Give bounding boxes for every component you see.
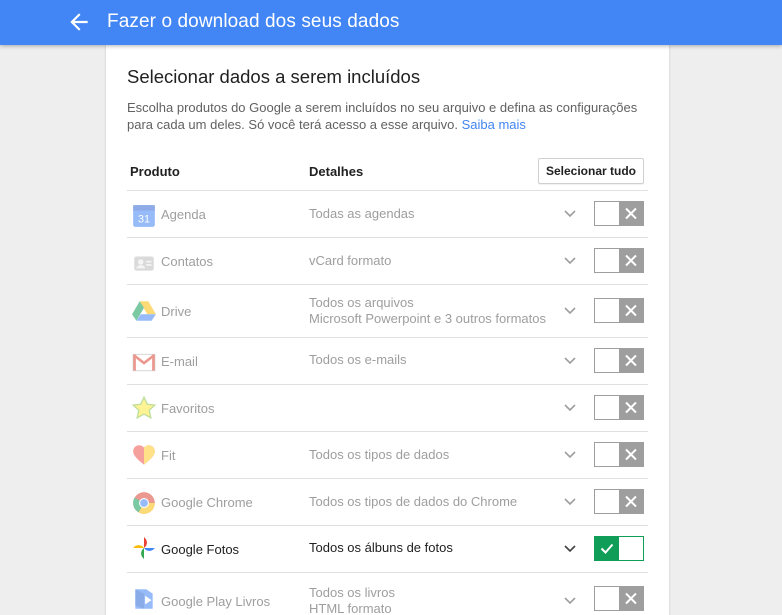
- product-details: Todos os arquivos Microsoft Powerpoint e…: [309, 295, 546, 327]
- product-details: Todos os livros HTML formato: [309, 585, 395, 615]
- product-name: Fit: [161, 448, 176, 463]
- detail-line: Microsoft Powerpoint e 3 outros formatos: [309, 311, 546, 326]
- product-name: Drive: [161, 304, 192, 319]
- detail-line: Todos os álbuns de fotos: [309, 540, 453, 555]
- heart-icon: [133, 445, 155, 465]
- product-name: Contatos: [161, 254, 214, 269]
- toggle-knob: [619, 396, 643, 419]
- close-icon: [625, 448, 637, 461]
- section-title: Selecionar dados a serem incluídos: [127, 66, 421, 87]
- toggle-knob: [595, 537, 619, 560]
- page-title: Fazer o download dos seus dados: [107, 11, 400, 32]
- product-name: Google Play Livros: [161, 594, 271, 609]
- column-header-details: Detalhes: [309, 164, 364, 179]
- product-row-contatos: Contatos vCard formato: [127, 237, 648, 284]
- product-row-google-chrome: Google Chrome Todos os tipos de dados do…: [127, 478, 648, 525]
- product-row-drive: Drive Todos os arquivos Microsoft Powerp…: [127, 284, 648, 337]
- data-selection-card: Selecionar dados a serem incluídos Escol…: [106, 45, 669, 615]
- checkmark-icon: [600, 543, 614, 554]
- arrow-back-icon[interactable]: [66, 9, 92, 35]
- product-row-email: E-mail Todos os e-mails: [127, 337, 648, 384]
- toggle-knob: [619, 349, 643, 372]
- detail-line: Todos os livros: [309, 585, 395, 600]
- close-icon: [625, 207, 637, 220]
- photos-pinwheel-icon: [133, 537, 155, 559]
- chevron-down-icon[interactable]: [564, 307, 576, 315]
- column-header-product: Produto: [130, 164, 180, 179]
- play-books-icon: [135, 589, 153, 609]
- product-row-favoritos: Favoritos: [127, 384, 648, 431]
- product-row-google-play-livros: Google Play Livros Todos os livros HTML …: [127, 572, 648, 615]
- include-toggle[interactable]: [594, 248, 644, 273]
- product-details: vCard formato: [309, 253, 391, 269]
- product-details: Todos os e-mails: [309, 352, 407, 368]
- close-icon: [625, 592, 637, 605]
- include-toggle[interactable]: [594, 536, 644, 561]
- include-toggle[interactable]: [594, 395, 644, 420]
- product-row-agenda: 31 Agenda Todas as agendas: [127, 190, 648, 237]
- contacts-icon: [134, 256, 154, 271]
- include-toggle[interactable]: [594, 442, 644, 467]
- close-icon: [625, 495, 637, 508]
- toggle-knob: [619, 202, 643, 225]
- include-toggle[interactable]: [594, 489, 644, 514]
- learn-more-link[interactable]: Saiba mais: [462, 117, 526, 132]
- description-text: Escolha produtos do Google a serem inclu…: [127, 100, 638, 132]
- toggle-knob: [619, 443, 643, 466]
- chevron-down-icon[interactable]: [564, 597, 576, 605]
- app-bar: Fazer o download dos seus dados: [0, 0, 782, 45]
- detail-line: vCard formato: [309, 253, 392, 268]
- chevron-down-icon[interactable]: [564, 357, 576, 365]
- product-details: Todas as agendas: [309, 206, 415, 222]
- product-name: Agenda: [161, 207, 206, 222]
- product-details: Todos os tipos de dados: [309, 447, 449, 463]
- chevron-down-icon[interactable]: [564, 498, 576, 506]
- star-icon: [131, 395, 157, 420]
- chevron-down-icon[interactable]: [564, 257, 576, 265]
- toggle-knob: [619, 299, 643, 322]
- detail-line: Todos os e-mails: [309, 352, 407, 367]
- detail-line: HTML formato: [309, 601, 392, 615]
- include-toggle[interactable]: [594, 298, 644, 323]
- close-icon: [625, 304, 637, 317]
- svg-text:31: 31: [138, 214, 150, 226]
- drive-icon: [132, 301, 156, 321]
- toggle-knob: [619, 587, 643, 610]
- chevron-down-icon[interactable]: [564, 545, 576, 553]
- detail-line: Todos os tipos de dados do Chrome: [309, 494, 518, 509]
- product-name: Google Fotos: [161, 542, 240, 557]
- product-name: Favoritos: [161, 401, 215, 416]
- gmail-icon: [132, 353, 156, 372]
- chevron-down-icon[interactable]: [564, 210, 576, 218]
- toggle-knob: [619, 249, 643, 272]
- chevron-down-icon[interactable]: [564, 404, 576, 412]
- close-icon: [625, 254, 637, 267]
- close-icon: [625, 354, 637, 367]
- include-toggle[interactable]: [594, 201, 644, 226]
- close-icon: [625, 401, 637, 414]
- product-details: Todos os álbuns de fotos: [309, 540, 453, 556]
- include-toggle[interactable]: [594, 348, 644, 373]
- chrome-icon: [133, 492, 155, 514]
- product-row-google-fotos: Google Fotos Todos os álbuns de fotos: [127, 525, 648, 572]
- product-name: Google Chrome: [161, 495, 253, 510]
- select-all-button[interactable]: Selecionar tudo: [538, 158, 644, 184]
- calendar-icon: 31: [133, 205, 155, 227]
- detail-line: Todos os tipos de dados: [309, 447, 450, 462]
- include-toggle[interactable]: [594, 586, 644, 611]
- product-row-fit: Fit Todos os tipos de dados: [127, 431, 648, 478]
- detail-line: Todas as agendas: [309, 206, 415, 221]
- chevron-down-icon[interactable]: [564, 451, 576, 459]
- product-details: Todos os tipos de dados do Chrome: [309, 494, 517, 510]
- toggle-knob: [619, 490, 643, 513]
- section-description: Escolha produtos do Google a serem inclu…: [127, 99, 657, 133]
- product-name: E-mail: [161, 354, 198, 369]
- detail-line: Todos os arquivos: [309, 295, 414, 310]
